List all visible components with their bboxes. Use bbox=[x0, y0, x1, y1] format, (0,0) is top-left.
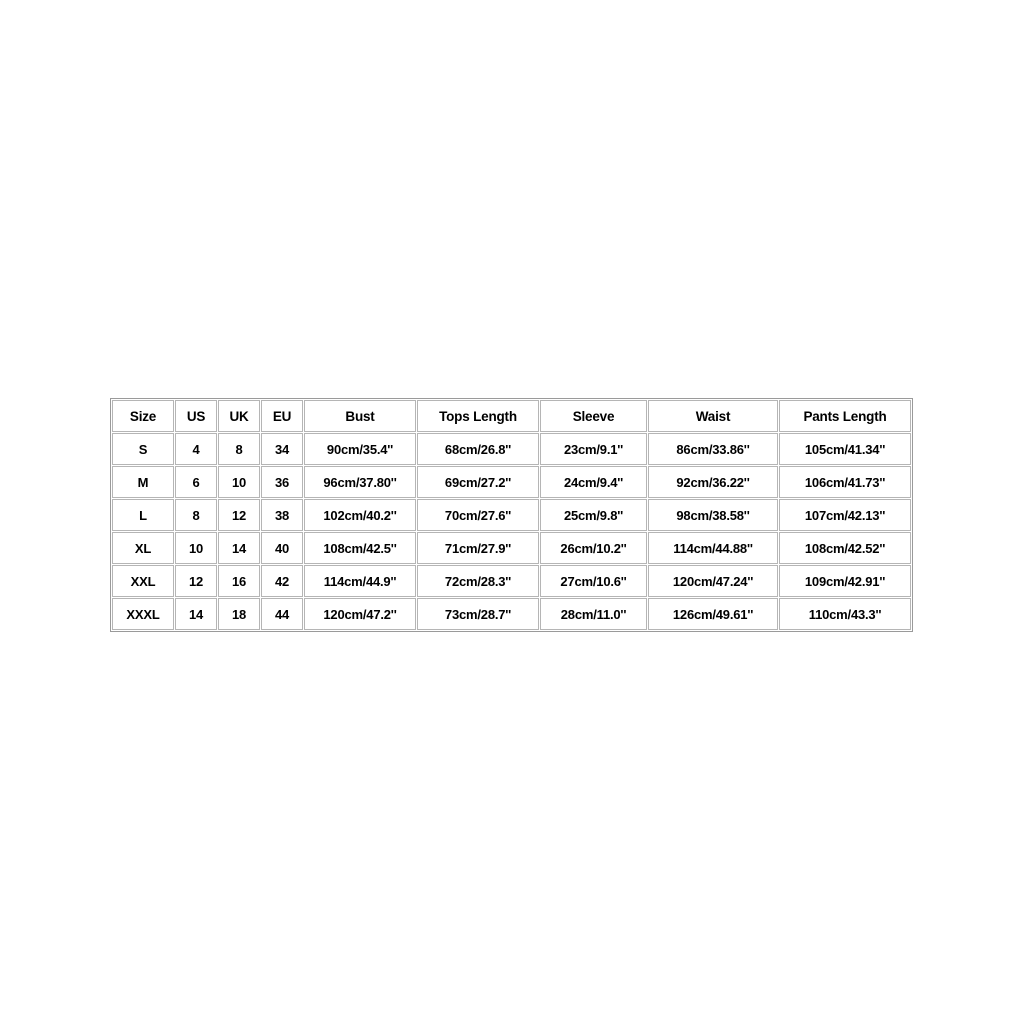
cell-bust: 114cm/44.9'' bbox=[304, 565, 416, 597]
cell-size: XXL bbox=[112, 565, 174, 597]
cell-waist: 92cm/36.22'' bbox=[648, 466, 778, 498]
cell-uk: 12 bbox=[218, 499, 260, 531]
column-header-pants-length: Pants Length bbox=[779, 400, 911, 432]
cell-us: 8 bbox=[175, 499, 217, 531]
cell-size: M bbox=[112, 466, 174, 498]
cell-sleeve: 25cm/9.8'' bbox=[540, 499, 647, 531]
column-header-bust: Bust bbox=[304, 400, 416, 432]
cell-tops-length: 69cm/27.2'' bbox=[417, 466, 539, 498]
cell-us: 4 bbox=[175, 433, 217, 465]
cell-eu: 38 bbox=[261, 499, 303, 531]
cell-uk: 10 bbox=[218, 466, 260, 498]
cell-sleeve: 26cm/10.2'' bbox=[540, 532, 647, 564]
cell-bust: 120cm/47.2'' bbox=[304, 598, 416, 630]
column-header-waist: Waist bbox=[648, 400, 778, 432]
size-chart-container: Size US UK EU Bust Tops Length Sleeve Wa… bbox=[110, 398, 913, 632]
cell-tops-length: 72cm/28.3'' bbox=[417, 565, 539, 597]
cell-eu: 36 bbox=[261, 466, 303, 498]
cell-size: XXXL bbox=[112, 598, 174, 630]
cell-tops-length: 70cm/27.6'' bbox=[417, 499, 539, 531]
cell-waist: 126cm/49.61'' bbox=[648, 598, 778, 630]
cell-uk: 8 bbox=[218, 433, 260, 465]
cell-size: S bbox=[112, 433, 174, 465]
cell-sleeve: 27cm/10.6'' bbox=[540, 565, 647, 597]
cell-sleeve: 24cm/9.4'' bbox=[540, 466, 647, 498]
table-row: XXXL 14 18 44 120cm/47.2'' 73cm/28.7'' 2… bbox=[112, 598, 911, 630]
cell-waist: 98cm/38.58'' bbox=[648, 499, 778, 531]
cell-pants-length: 109cm/42.91'' bbox=[779, 565, 911, 597]
cell-uk: 14 bbox=[218, 532, 260, 564]
cell-us: 14 bbox=[175, 598, 217, 630]
column-header-us: US bbox=[175, 400, 217, 432]
column-header-sleeve: Sleeve bbox=[540, 400, 647, 432]
cell-tops-length: 71cm/27.9'' bbox=[417, 532, 539, 564]
table-row: M 6 10 36 96cm/37.80'' 69cm/27.2'' 24cm/… bbox=[112, 466, 911, 498]
size-chart-table: Size US UK EU Bust Tops Length Sleeve Wa… bbox=[110, 398, 913, 632]
cell-size: L bbox=[112, 499, 174, 531]
table-row: L 8 12 38 102cm/40.2'' 70cm/27.6'' 25cm/… bbox=[112, 499, 911, 531]
table-row: XXL 12 16 42 114cm/44.9'' 72cm/28.3'' 27… bbox=[112, 565, 911, 597]
cell-bust: 108cm/42.5'' bbox=[304, 532, 416, 564]
cell-eu: 34 bbox=[261, 433, 303, 465]
column-header-tops-length: Tops Length bbox=[417, 400, 539, 432]
cell-size: XL bbox=[112, 532, 174, 564]
column-header-eu: EU bbox=[261, 400, 303, 432]
cell-sleeve: 23cm/9.1'' bbox=[540, 433, 647, 465]
cell-tops-length: 68cm/26.8'' bbox=[417, 433, 539, 465]
table-row: XL 10 14 40 108cm/42.5'' 71cm/27.9'' 26c… bbox=[112, 532, 911, 564]
cell-us: 6 bbox=[175, 466, 217, 498]
cell-pants-length: 105cm/41.34'' bbox=[779, 433, 911, 465]
column-header-size: Size bbox=[112, 400, 174, 432]
cell-eu: 40 bbox=[261, 532, 303, 564]
cell-sleeve: 28cm/11.0'' bbox=[540, 598, 647, 630]
cell-us: 12 bbox=[175, 565, 217, 597]
column-header-uk: UK bbox=[218, 400, 260, 432]
cell-eu: 42 bbox=[261, 565, 303, 597]
table-row: S 4 8 34 90cm/35.4'' 68cm/26.8'' 23cm/9.… bbox=[112, 433, 911, 465]
cell-waist: 120cm/47.24'' bbox=[648, 565, 778, 597]
cell-pants-length: 106cm/41.73'' bbox=[779, 466, 911, 498]
cell-us: 10 bbox=[175, 532, 217, 564]
cell-bust: 96cm/37.80'' bbox=[304, 466, 416, 498]
cell-bust: 102cm/40.2'' bbox=[304, 499, 416, 531]
cell-pants-length: 108cm/42.52'' bbox=[779, 532, 911, 564]
cell-eu: 44 bbox=[261, 598, 303, 630]
cell-uk: 18 bbox=[218, 598, 260, 630]
cell-pants-length: 107cm/42.13'' bbox=[779, 499, 911, 531]
table-header-row: Size US UK EU Bust Tops Length Sleeve Wa… bbox=[112, 400, 911, 432]
cell-tops-length: 73cm/28.7'' bbox=[417, 598, 539, 630]
cell-waist: 86cm/33.86'' bbox=[648, 433, 778, 465]
cell-pants-length: 110cm/43.3'' bbox=[779, 598, 911, 630]
cell-uk: 16 bbox=[218, 565, 260, 597]
cell-waist: 114cm/44.88'' bbox=[648, 532, 778, 564]
cell-bust: 90cm/35.4'' bbox=[304, 433, 416, 465]
